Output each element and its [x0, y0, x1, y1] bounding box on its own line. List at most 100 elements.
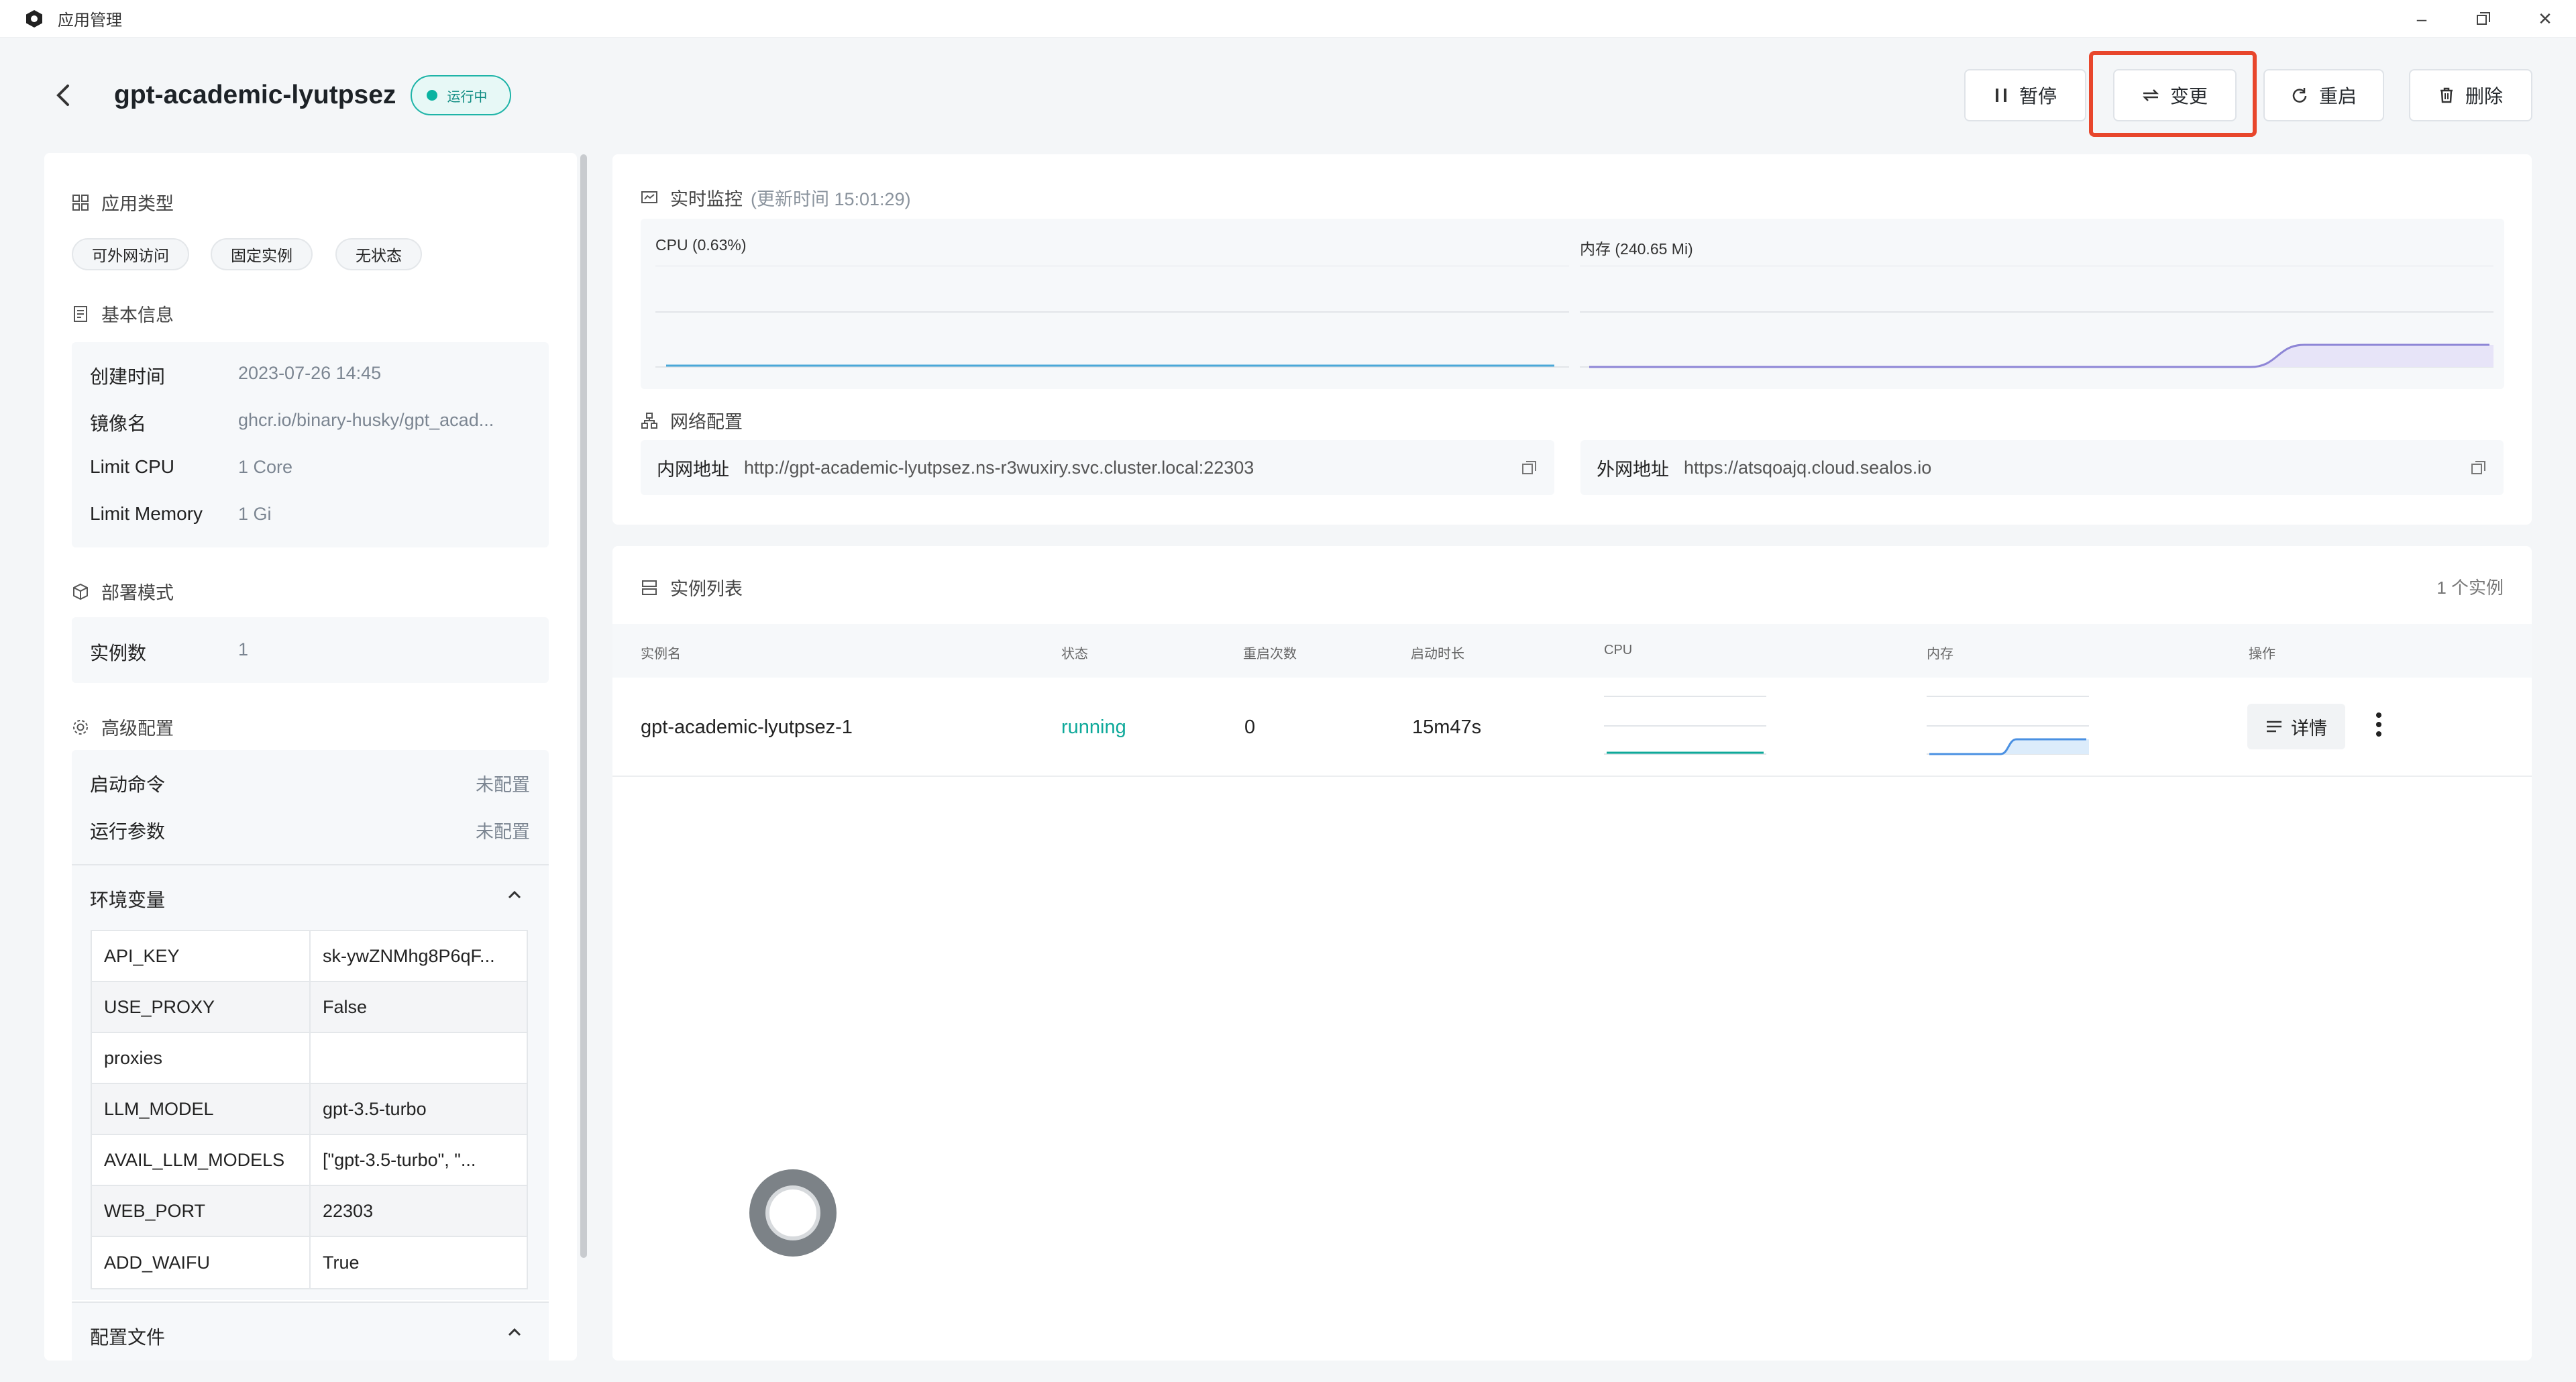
basic-info-title-text: 基本信息	[101, 305, 174, 325]
app-logo-icon	[23, 7, 46, 30]
column-header: 状态	[1061, 647, 1088, 661]
network-title: 网络配置	[641, 407, 743, 433]
info-created-value: 2023-07-26 14:45	[238, 363, 382, 383]
tag-fixed-instance: 固定实例	[211, 238, 313, 270]
deploy-mode-title-text: 部署模式	[101, 583, 174, 603]
delete-button[interactable]: 删除	[2409, 69, 2532, 121]
app-header: gpt-academic-lyutpsez 运行中	[43, 67, 512, 123]
copy-icon[interactable]	[2470, 459, 2487, 481]
table-row	[612, 678, 2532, 777]
monitor-title: 实时监控 (更新时间 15:01:29)	[641, 184, 911, 211]
env-key: WEB_PORT	[92, 1186, 311, 1236]
network-icon	[641, 412, 657, 429]
instance-uptime: 15m47s	[1412, 716, 1482, 738]
monitor-title-text: 实时监控	[670, 189, 743, 209]
instance-count-value: 1	[238, 639, 249, 659]
env-value: ["gpt-3.5-turbo", "...	[323, 1149, 476, 1170]
restart-label: 重启	[2318, 86, 2357, 107]
env-value: gpt-3.5-turbo	[323, 1098, 427, 1119]
pause-label: 暂停	[2019, 86, 2057, 107]
instance-restarts: 0	[1244, 716, 1256, 738]
copy-icon[interactable]	[1521, 459, 1538, 481]
tag-external-access: 可外网访问	[72, 238, 189, 270]
tag-stateless: 无状态	[335, 238, 422, 270]
window-title: 应用管理	[58, 11, 122, 30]
chevron-up-icon[interactable]	[506, 888, 523, 905]
env-key: USE_PROXY	[92, 982, 311, 1032]
memory-chart	[1580, 266, 2493, 368]
cpu-chart	[655, 266, 1569, 368]
table-row: API_KEY sk-ywZNMhg8P6qF...	[92, 931, 527, 982]
list-icon	[642, 580, 657, 595]
info-image-value: ghcr.io/binary-husky/gpt_acad...	[238, 410, 494, 430]
app-type-title: 应用类型	[72, 189, 174, 215]
pause-icon	[1995, 89, 2006, 102]
sidebar-scrollbar[interactable]	[580, 154, 587, 1258]
close-icon[interactable]: ✕	[2525, 0, 2565, 38]
column-header: CPU	[1604, 643, 1633, 657]
column-header: 操作	[2249, 647, 2275, 661]
more-vertical-icon[interactable]	[2372, 711, 2385, 741]
advanced-config-title: 高级配置	[72, 714, 174, 740]
network-title-text: 网络配置	[670, 412, 743, 432]
back-arrow-icon[interactable]	[43, 75, 83, 115]
touch-cursor-icon	[749, 1169, 837, 1257]
advanced-config-title-text: 高级配置	[101, 719, 174, 739]
status-text: 运行中	[447, 89, 488, 105]
startup-cmd-value: 未配置	[476, 775, 530, 795]
external-address-value[interactable]: https://atsqoajq.cloud.sealos.io	[1684, 458, 1931, 478]
instances-title: 实例列表	[641, 574, 743, 600]
table-row: AVAIL_LLM_MODELS ["gpt-3.5-turbo", "...	[92, 1135, 527, 1186]
delete-label: 删除	[2465, 86, 2503, 107]
info-cpu-value: 1 Core	[238, 457, 293, 477]
instance-detail-button[interactable]: 详情	[2247, 704, 2345, 749]
title-bar: 应用管理	[0, 0, 2576, 38]
restore-icon[interactable]	[2463, 0, 2504, 38]
instance-count: 1 个实例	[2436, 578, 2504, 598]
table-row: USE_PROXY False	[92, 982, 527, 1033]
instance-name: gpt-academic-lyutpsez-1	[641, 716, 853, 738]
restart-button[interactable]: 重启	[2263, 69, 2384, 121]
instance-memory-sparkline	[1927, 696, 2089, 755]
document-icon	[74, 305, 87, 322]
basic-info-box: 创建时间 2023-07-26 14:45 镜像名 ghcr.io/binary…	[72, 342, 549, 547]
table-row: ADD_WAIFU True	[92, 1237, 527, 1288]
column-header: 重启次数	[1243, 647, 1297, 661]
cpu-chart-label: CPU (0.63%)	[655, 236, 747, 254]
app-name: gpt-academic-lyutpsez	[114, 81, 396, 109]
info-key: 创建时间	[90, 366, 166, 387]
gear-icon	[73, 719, 88, 735]
deploy-box: 实例数 1	[72, 617, 549, 683]
restart-icon	[2292, 88, 2307, 103]
cube-icon	[73, 583, 88, 600]
info-key: 镜像名	[90, 413, 147, 434]
pause-button[interactable]: 暂停	[1964, 69, 2086, 121]
env-value	[311, 1033, 527, 1083]
monitor-updated: (更新时间 15:01:29)	[751, 189, 911, 209]
info-memory-value: 1 Gi	[238, 504, 272, 524]
internal-address-value[interactable]: http://gpt-academic-lyutpsez.ns-r3wuxiry…	[744, 458, 1254, 478]
run-args-key: 运行参数	[90, 821, 166, 842]
deploy-mode-title: 部署模式	[72, 578, 174, 604]
info-key: Limit CPU	[90, 456, 175, 477]
advanced-box: 启动命令 未配置 运行参数 未配置	[72, 750, 549, 864]
minimize-icon[interactable]: –	[2402, 0, 2442, 38]
change-button-highlight	[2089, 51, 2257, 137]
env-table: API_KEY sk-ywZNMhg8P6qF... USE_PROXY False…	[91, 930, 528, 1289]
chevron-up-icon[interactable]	[506, 1326, 523, 1342]
instance-status: running	[1061, 716, 1126, 738]
info-key: Limit Memory	[90, 503, 203, 524]
table-row: WEB_PORT 22303	[92, 1186, 527, 1237]
trash-icon	[2440, 87, 2453, 103]
status-badge: 运行中	[411, 75, 512, 115]
env-title: 环境变量	[90, 890, 166, 910]
column-header: 实例名	[641, 647, 681, 661]
env-value: True	[323, 1252, 360, 1273]
instance-cpu-sparkline	[1604, 696, 1766, 755]
app-type-title-text: 应用类型	[101, 194, 174, 214]
status-dot-icon	[427, 90, 438, 101]
monitor-icon	[641, 191, 657, 203]
detail-list-icon	[2267, 721, 2282, 733]
env-key: ADD_WAIFU	[92, 1237, 311, 1288]
detail-label: 详情	[2291, 718, 2327, 739]
